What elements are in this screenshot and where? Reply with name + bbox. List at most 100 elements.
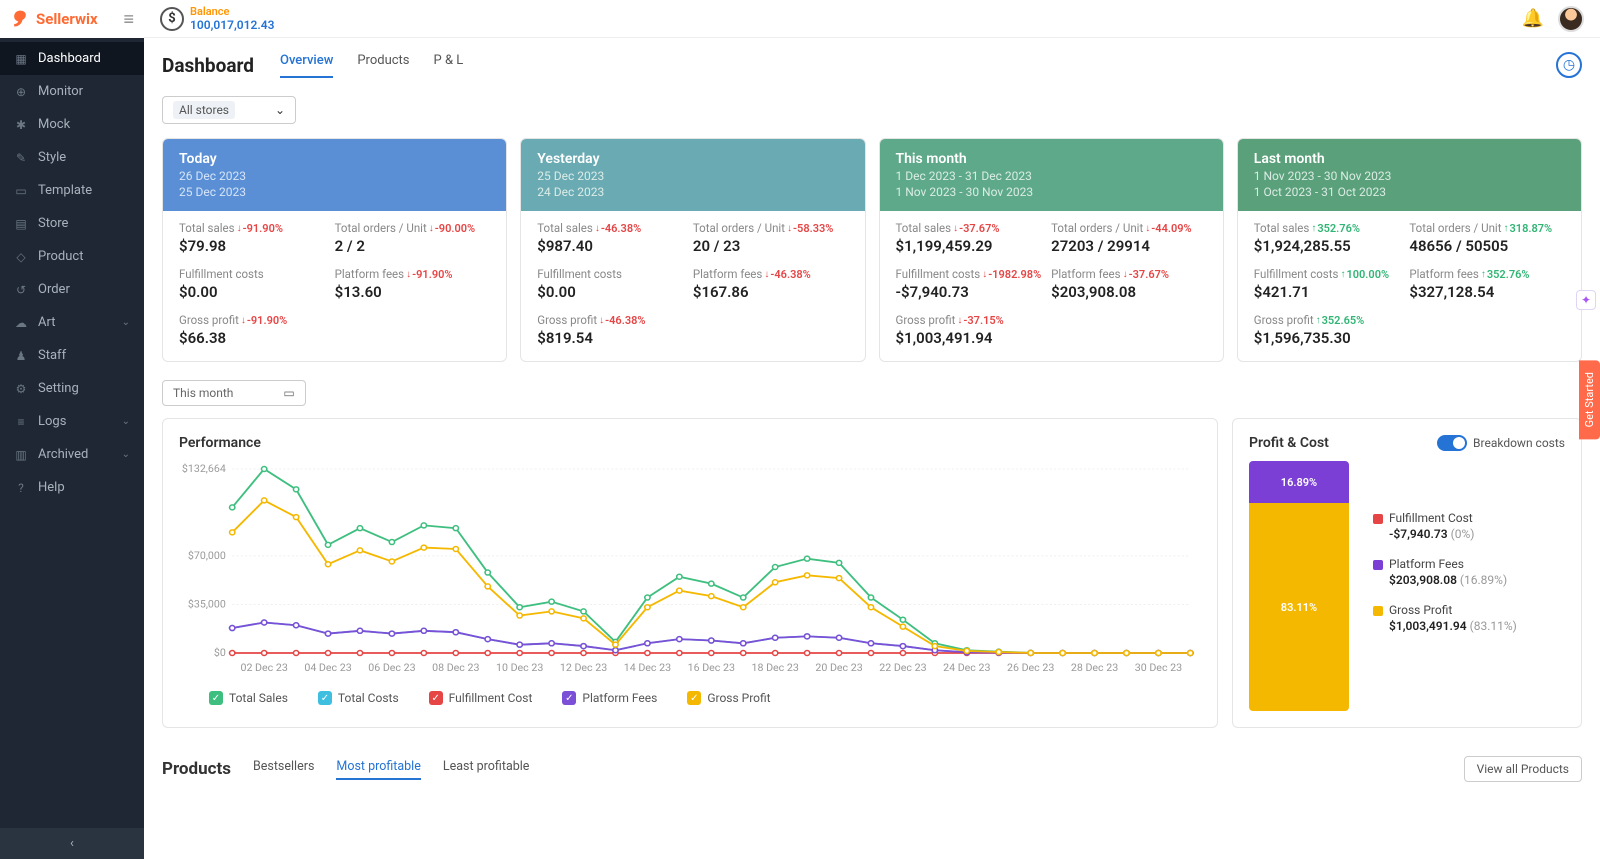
svg-text:04 Dec 23: 04 Dec 23 — [304, 661, 352, 674]
metric: Platform fees↓-46.38% $167.86 — [693, 267, 849, 301]
bell-icon[interactable]: 🔔 — [1522, 8, 1544, 29]
products-tab[interactable]: Bestsellers — [253, 759, 314, 780]
metric-pct: ↑352.76% — [1481, 268, 1530, 281]
svg-text:26 Dec 23: 26 Dec 23 — [1007, 661, 1055, 674]
metric-pct: ↓-37.67% — [953, 222, 999, 235]
legend-item[interactable]: ✓Total Costs — [318, 691, 399, 705]
card-title: Yesterday — [537, 151, 848, 167]
store-filter-select[interactable]: All stores ⌄ — [162, 96, 296, 124]
legend-label: Gross Profit — [707, 691, 770, 705]
metric: Total sales↓-91.90% $79.98 — [179, 221, 335, 255]
metric: Gross profit↓-46.38% $819.54 — [537, 313, 848, 347]
sidebar-item-help[interactable]: ?Help — [0, 471, 144, 504]
legend-item[interactable]: ✓Total Sales — [209, 691, 288, 705]
sidebar-item-product[interactable]: ◇Product — [0, 240, 144, 273]
metric-label: Total sales↑352.76% — [1254, 221, 1410, 235]
stack-segment: 83.11% — [1249, 503, 1349, 711]
legend-label: Total Costs — [338, 691, 399, 705]
sidebar-collapse-button[interactable]: ‹ — [0, 828, 144, 859]
profit-cost-panel: Profit & Cost Breakdown costs 16.89%83.1… — [1232, 418, 1582, 728]
tab-p-l[interactable]: P & L — [434, 53, 464, 78]
tab-products[interactable]: Products — [357, 53, 409, 78]
metric-value: $987.40 — [537, 237, 693, 255]
tab-overview[interactable]: Overview — [280, 53, 333, 78]
sidebar-item-label: Staff — [38, 348, 66, 363]
sidebar-item-order[interactable]: ↺Order — [0, 273, 144, 306]
card-date-secondary: 1 Nov 2023 - 30 Nov 2023 — [896, 185, 1207, 199]
period-filter-select[interactable]: This month ▭ — [162, 380, 306, 406]
sidebar-item-store[interactable]: ▤Store — [0, 207, 144, 240]
card-date-secondary: 1 Oct 2023 - 31 Oct 2023 — [1254, 185, 1565, 199]
metric-pct: ↓-46.38% — [599, 314, 645, 327]
legend-swatch: ✓ — [687, 691, 701, 705]
legend-swatch: ✓ — [429, 691, 443, 705]
metric-label: Gross profit↑352.65% — [1254, 313, 1565, 327]
card-header: Today 26 Dec 2023 25 Dec 2023 — [163, 139, 506, 211]
sidebar-item-label: Order — [38, 282, 70, 297]
sidebar: Sellerwix ≡ ▦Dashboard⊕Monitor✱Mock✎Styl… — [0, 0, 144, 859]
sidebar-item-style[interactable]: ✎Style — [0, 141, 144, 174]
brand-icon — [10, 9, 30, 29]
sidebar-item-dashboard[interactable]: ▦Dashboard — [0, 42, 144, 75]
metric-pct: ↓-46.38% — [764, 268, 810, 281]
get-started-button[interactable]: Get Started — [1579, 360, 1600, 439]
metric: Fulfillment costs↓-1982.98% -$7,940.73 — [896, 267, 1052, 301]
menu-toggle-icon[interactable]: ≡ — [123, 9, 134, 30]
metric-value: 20 / 23 — [693, 237, 849, 255]
chevron-down-icon: ⌄ — [122, 416, 130, 427]
sidebar-item-label: Art — [38, 315, 55, 330]
style-icon: ✎ — [14, 151, 28, 165]
legend-label: Total Sales — [229, 691, 288, 705]
svg-text:08 Dec 23: 08 Dec 23 — [432, 661, 480, 674]
metric-label: Total sales↓-37.67% — [896, 221, 1052, 235]
metric-value: 27203 / 29914 — [1051, 237, 1207, 255]
legend-item[interactable]: ✓Fulfillment Cost — [429, 691, 533, 705]
card-header: Yesterday 25 Dec 2023 24 Dec 2023 — [521, 139, 864, 211]
metric-label: Total sales↓-91.90% — [179, 221, 335, 235]
legend-item[interactable]: ✓ Gross Profit — [687, 691, 770, 705]
sparkle-icon[interactable]: ✦ — [1576, 290, 1596, 310]
svg-text:20 Dec 23: 20 Dec 23 — [815, 661, 863, 674]
sidebar-item-art[interactable]: ☁Art⌄ — [0, 306, 144, 339]
sidebar-item-monitor[interactable]: ⊕Monitor — [0, 75, 144, 108]
sidebar-item-archived[interactable]: ▥Archived⌄ — [0, 438, 144, 471]
products-tab[interactable]: Least profitable — [443, 759, 530, 780]
avatar[interactable] — [1558, 6, 1584, 32]
nav: ▦Dashboard⊕Monitor✱Mock✎Style▭Template▤S… — [0, 38, 144, 828]
legend-swatch — [1373, 514, 1383, 524]
toggle-switch[interactable] — [1437, 435, 1467, 451]
legend-item[interactable]: ✓Platform Fees — [562, 691, 657, 705]
products-tab[interactable]: Most profitable — [336, 759, 420, 780]
sidebar-item-staff[interactable]: ♟Staff — [0, 339, 144, 372]
balance-label: Balance — [190, 5, 274, 18]
performance-chart: $0$35,000$70,000$132,66402 Dec 2304 Dec … — [179, 461, 1201, 681]
metric-label: Gross profit↓-46.38% — [537, 313, 848, 327]
sidebar-item-mock[interactable]: ✱Mock — [0, 108, 144, 141]
metric-pct: ↓-91.90% — [406, 268, 452, 281]
view-all-products-button[interactable]: View all Products — [1464, 756, 1582, 782]
profit-cost-bar: 16.89%83.11% — [1249, 461, 1349, 711]
summary-card: Last month 1 Nov 2023 - 30 Nov 2023 1 Oc… — [1237, 138, 1582, 362]
card-body: Total sales↓-91.90% $79.98 Total orders … — [163, 211, 506, 361]
sidebar-item-logs[interactable]: ≡Logs⌄ — [0, 405, 144, 438]
svg-text:18 Dec 23: 18 Dec 23 — [751, 661, 799, 674]
sidebar-item-setting[interactable]: ⚙Setting — [0, 372, 144, 405]
metric-label: Fulfillment costs — [537, 267, 693, 281]
chevron-down-icon: ⌄ — [122, 449, 130, 460]
balance-widget[interactable]: $ Balance 100,017,012.43 — [160, 5, 274, 32]
breakdown-toggle[interactable]: Breakdown costs — [1437, 435, 1565, 451]
metric-pct: ↓-37.67% — [1123, 268, 1169, 281]
sidebar-item-template[interactable]: ▭Template — [0, 174, 144, 207]
metric-label: Gross profit↓-37.15% — [896, 313, 1207, 327]
metric-label: Total orders / Unit↓-90.00% — [335, 221, 491, 235]
card-body: Total sales↓-37.67% $1,199,459.29 Total … — [880, 211, 1223, 361]
metric-label: Gross profit↓-91.90% — [179, 313, 490, 327]
art-icon: ☁ — [14, 316, 28, 330]
metric-value: $1,003,491.94 — [896, 329, 1207, 347]
card-body: Total sales↓-46.38% $987.40 Total orders… — [521, 211, 864, 361]
clock-icon[interactable]: ◷ — [1556, 52, 1582, 78]
chevron-down-icon: ⌄ — [275, 103, 285, 117]
profit-legend-item: Fulfillment Cost-$7,940.73 (0%) — [1373, 511, 1565, 541]
legend-swatch — [1373, 560, 1383, 570]
sidebar-item-label: Monitor — [38, 84, 83, 99]
